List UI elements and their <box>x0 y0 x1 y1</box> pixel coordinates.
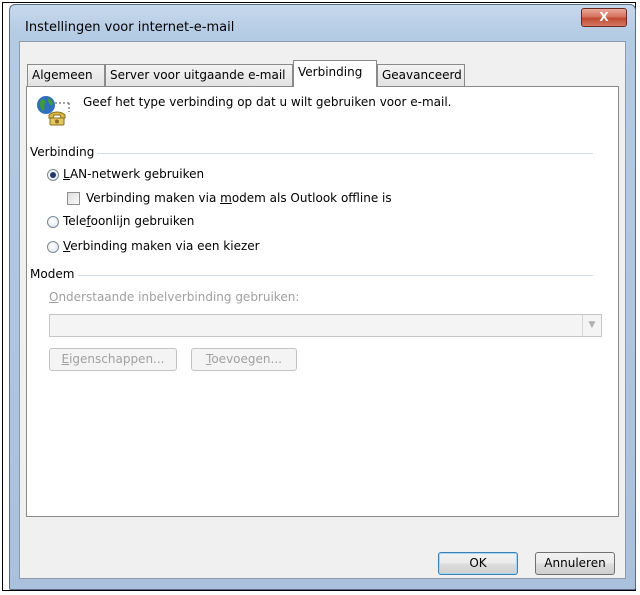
tab-label: Verbinding <box>298 65 363 79</box>
radio-lan-network-label[interactable]: LAN-netwerk gebruiken <box>63 167 204 181</box>
tab-label: Geavanceerd <box>382 68 462 82</box>
radio-telephone-line[interactable] <box>47 216 59 228</box>
description-text: Geef het type verbinding op dat u wilt g… <box>83 95 452 109</box>
title-bar[interactable]: Instellingen voor internet-e-mail X <box>10 5 635 43</box>
tab-server-voor-uitgaande-e-mail[interactable]: Server voor uitgaande e-mail <box>105 64 293 86</box>
close-button[interactable]: X <box>581 8 627 27</box>
ok-button[interactable]: OK <box>438 552 518 575</box>
chevron-down-icon[interactable]: ▼ <box>582 315 601 336</box>
radio-dialer-label[interactable]: Verbinding maken via een kiezer <box>63 239 260 253</box>
dialog-window: Instellingen voor internet-e-mail X Alge… <box>9 4 636 590</box>
dialog-client-area: Algemeen Server voor uitgaande e-mail Ve… <box>19 41 626 579</box>
window-title: Instellingen voor internet-e-mail <box>25 20 235 35</box>
radio-telephone-line-label[interactable]: Telefoonlijn gebruiken <box>63 214 194 228</box>
tab-label: Algemeen <box>32 68 93 82</box>
radio-lan-network[interactable] <box>47 169 59 181</box>
globe-phone-icon <box>37 96 70 126</box>
dialup-connection-label: Onderstaande inbelverbinding gebruiken: <box>49 290 300 304</box>
connection-group-title: Verbinding <box>30 145 95 159</box>
modem-group-divider <box>78 275 593 276</box>
tab-panel-verbinding: Geef het type verbinding op dat u wilt g… <box>26 86 619 517</box>
cancel-button[interactable]: Annuleren <box>535 552 615 575</box>
modem-offline-checkbox-label[interactable]: Verbinding maken via modem als Outlook o… <box>86 191 392 205</box>
tab-verbinding[interactable]: Verbinding <box>293 60 377 87</box>
radio-dialer[interactable] <box>47 241 59 253</box>
tab-label: Server voor uitgaande e-mail <box>110 68 286 82</box>
modem-group-title: Modem <box>30 267 75 281</box>
close-icon: X <box>599 10 609 24</box>
modem-offline-checkbox[interactable] <box>67 192 80 205</box>
connection-group-divider <box>97 153 593 154</box>
properties-button[interactable]: Eigenschappen... <box>49 348 177 371</box>
tab-geavanceerd[interactable]: Geavanceerd <box>377 64 465 86</box>
dialup-connection-dropdown[interactable]: ▼ <box>49 314 602 337</box>
add-button[interactable]: Toevoegen... <box>191 348 297 371</box>
tab-algemeen[interactable]: Algemeen <box>27 64 105 86</box>
